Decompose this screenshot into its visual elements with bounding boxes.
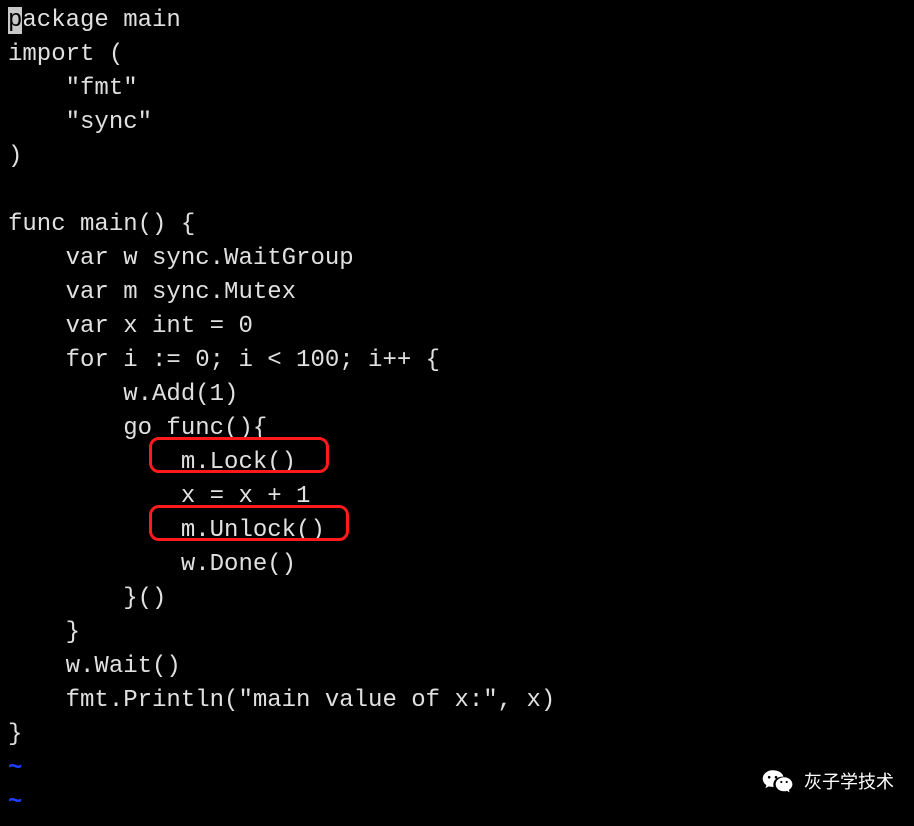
code-line-10: var x int = 0	[8, 313, 253, 340]
code-line-16: m.Unlock()	[8, 517, 325, 544]
empty-line-tilde: ~	[8, 755, 22, 782]
code-line-5: )	[8, 143, 22, 170]
code-line-17: w.Done()	[8, 551, 296, 578]
code-editor[interactable]: package main import ( "fmt" "sync" ) fun…	[8, 4, 906, 820]
code-line-18: }()	[8, 585, 166, 612]
code-line-7: func main() {	[8, 211, 195, 238]
code-line-11: for i := 0; i < 100; i++ {	[8, 347, 440, 374]
cursor: p	[8, 7, 22, 34]
code-line-22: }	[8, 721, 22, 748]
code-line-20: w.Wait()	[8, 653, 181, 680]
empty-line-tilde: ~	[8, 789, 22, 816]
code-line-1-rest: ackage main	[22, 7, 180, 34]
code-line-9: var m sync.Mutex	[8, 279, 296, 306]
code-line-4: "sync"	[8, 109, 152, 136]
watermark-text: 灰子学技术	[804, 765, 894, 799]
code-line-12: w.Add(1)	[8, 381, 238, 408]
code-line-3: "fmt"	[8, 75, 138, 102]
code-line-13: go func(){	[8, 415, 267, 442]
code-line-15: x = x + 1	[8, 483, 310, 510]
code-line-21: fmt.Println("main value of x:", x)	[8, 687, 555, 714]
wechat-icon	[760, 764, 796, 800]
code-line-14: m.Lock()	[8, 449, 296, 476]
code-line-8: var w sync.WaitGroup	[8, 245, 354, 272]
code-line-19: }	[8, 619, 80, 646]
watermark: 灰子学技术	[760, 764, 894, 800]
code-line-2: import (	[8, 41, 123, 68]
